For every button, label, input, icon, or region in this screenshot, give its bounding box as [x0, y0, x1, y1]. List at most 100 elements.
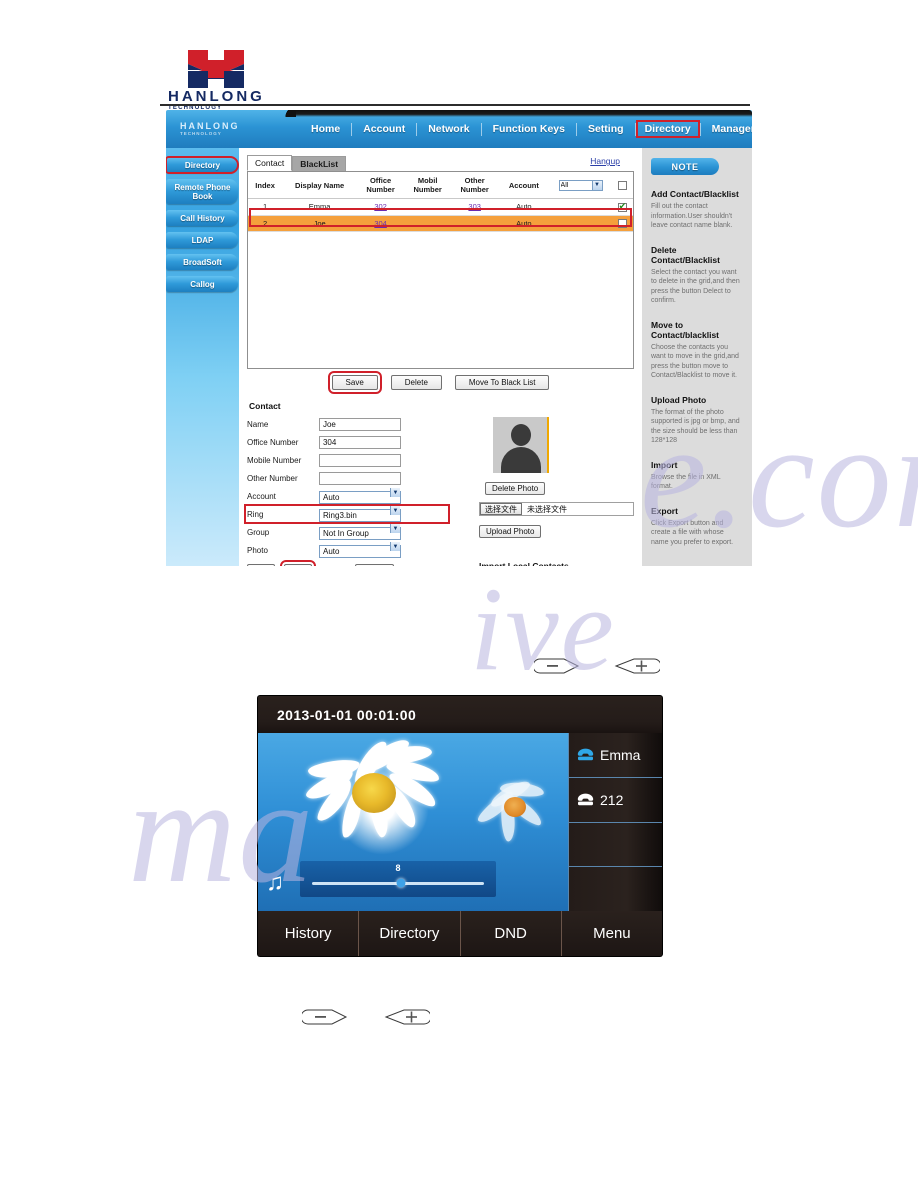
volume-down-icon	[534, 658, 580, 674]
search-button[interactable]: Search	[355, 564, 395, 566]
photo-panel: Delete Photo 选择文件 未选择文件 Upload Photo Imp…	[447, 417, 634, 566]
cell-display-name: Emma	[282, 198, 358, 216]
softkey-directory[interactable]: Directory	[359, 911, 461, 956]
line-key-2[interactable]: 212	[569, 778, 662, 823]
account-selectbox[interactable]: Auto ▼	[318, 487, 401, 505]
volume-up-button-bottom[interactable]	[382, 1006, 430, 1028]
upload-photo-button[interactable]: Upload Photo	[478, 525, 542, 538]
softkey-dnd[interactable]: DND	[461, 911, 562, 956]
contact-form-buttons: Add Edit Search	[246, 560, 447, 566]
field-row-ring: Ring Ring3.bin ▼	[243, 504, 450, 524]
sidebar-item-ldap[interactable]: LDAP	[166, 232, 239, 248]
col-account-filter: All ▼	[549, 172, 612, 199]
other-number-input[interactable]	[318, 471, 401, 485]
select-all-checkbox[interactable]	[617, 180, 627, 190]
sidebar-item-broadsoft[interactable]: BroadSoft	[166, 254, 239, 270]
col-other-number: Other Number	[451, 172, 499, 199]
note-body-import: Browse the file in XML format.	[650, 473, 721, 491]
nav-item-setting[interactable]: Setting	[577, 121, 635, 137]
nav-item-function-keys[interactable]: Function Keys	[482, 121, 576, 137]
volume-slider-track[interactable]	[312, 878, 484, 888]
nav-item-network[interactable]: Network	[417, 121, 480, 137]
account-filter-selectbox[interactable]: All ▼	[558, 179, 603, 191]
volume-value: 8	[395, 863, 401, 873]
chevron-down-icon: ▼	[389, 542, 400, 551]
line-key-4[interactable]	[569, 867, 662, 911]
phone-softkeys: History Directory DND Menu	[258, 911, 662, 956]
cell-checkbox	[611, 215, 633, 233]
cell-account: Auto	[498, 215, 550, 233]
line-key-3[interactable]	[569, 823, 662, 868]
label-name: Name	[246, 419, 269, 429]
photo-select[interactable]: Auto	[318, 545, 401, 558]
line-key-1[interactable]: Emma	[569, 733, 662, 778]
row-checkbox[interactable]	[617, 201, 627, 212]
edit-button[interactable]: Edit	[280, 560, 316, 566]
note-heading-delete: Delete Contact/Blacklist	[650, 244, 720, 265]
tab-contact[interactable]: Contact	[246, 155, 293, 171]
nav-item-management[interactable]: Management	[701, 121, 752, 137]
delete-photo-button[interactable]: Delete Photo	[484, 482, 546, 495]
other-number-link[interactable]: 303	[468, 202, 481, 211]
volume-up-button-top[interactable]	[612, 655, 660, 677]
volume-slider[interactable]: 8	[300, 861, 496, 897]
label-ring: Ring	[246, 509, 264, 519]
field-row-account: Account Auto ▼	[247, 487, 447, 505]
volume-down-button-bottom[interactable]	[302, 1006, 350, 1028]
note-body-delete: Select the contact you want to delete in…	[650, 268, 740, 305]
file-chooser[interactable]: 选择文件 未选择文件	[478, 502, 634, 516]
watermark-center: ive	[470, 562, 616, 695]
top-navbar: HANLONG TECHNOLOGY Home Account Network …	[166, 110, 752, 148]
name-input[interactable]	[318, 417, 401, 431]
tab-blacklist[interactable]: BlackList	[292, 156, 347, 171]
phone-line-keys: Emma 212	[568, 733, 662, 911]
phone-screen-mock: 2013-01-01 00:01:00 ♫ 8 Emma 212 History…	[258, 696, 662, 956]
office-number-link[interactable]: 304	[374, 219, 387, 228]
sidebar-item-callog[interactable]: Callog	[166, 276, 239, 292]
hangup-link[interactable]: Hangup	[590, 156, 620, 166]
group-selectbox[interactable]: Not In Group ▼	[318, 523, 401, 541]
sidebar-item-directory[interactable]: Directory	[166, 156, 240, 174]
nav-item-directory[interactable]: Directory	[635, 120, 700, 138]
volume-down-button-top[interactable]	[534, 655, 582, 677]
table-row[interactable]: 2 Joe 304 Auto	[247, 215, 633, 233]
nav-item-account[interactable]: Account	[352, 121, 416, 137]
softkey-history[interactable]: History	[258, 911, 360, 956]
hanlong-h-icon	[188, 50, 244, 88]
account-select[interactable]: Auto	[318, 491, 401, 504]
ring-selectbox[interactable]: Ring3.bin ▼	[318, 505, 401, 523]
col-display-name: Display Name	[282, 172, 358, 199]
move-to-black-list-button[interactable]: Move To Black List	[454, 375, 550, 390]
office-number-input[interactable]	[318, 435, 401, 449]
nav-item-home[interactable]: Home	[300, 121, 351, 137]
group-select[interactable]: Not In Group	[318, 527, 401, 540]
volume-slider-knob[interactable]	[396, 878, 406, 888]
contact-grid: Index Display Name Office Number Mobil N…	[246, 171, 634, 369]
choose-file-button[interactable]: 选择文件	[479, 503, 522, 515]
cell-mobil-number	[404, 198, 452, 216]
sidebar-item-call-history[interactable]: Call History	[166, 210, 239, 226]
ring-select[interactable]: Ring3.bin	[318, 509, 401, 522]
table-row[interactable]: 1 Emma 302 303 Auto	[247, 198, 633, 216]
delete-button[interactable]: Delete	[390, 375, 442, 390]
office-number-link[interactable]: 302	[374, 202, 387, 211]
note-panel: NOTE Add Contact/Blacklist Fill out the …	[641, 148, 752, 566]
volume-down-icon	[302, 1009, 348, 1025]
navbar-brand-text: HANLONG	[180, 121, 240, 131]
cell-spacer	[549, 215, 612, 233]
field-row-other-number: Other Number	[247, 471, 447, 485]
save-button[interactable]: Save	[327, 371, 382, 394]
col-select-all	[611, 172, 633, 199]
content-area: Contact BlackList Hangup Index Display N…	[238, 148, 642, 566]
contact-table: Index Display Name Office Number Mobil N…	[247, 172, 633, 233]
note-body-export: Click Export button and create a file wi…	[650, 519, 734, 546]
row-checkbox[interactable]	[617, 219, 627, 229]
note-heading-import: Import	[650, 459, 678, 470]
mobile-number-input[interactable]	[318, 453, 401, 467]
sidebar-item-remote-phone-book[interactable]: Remote Phone Book	[166, 179, 239, 204]
navbar-brand: HANLONG TECHNOLOGY	[180, 121, 240, 136]
add-button[interactable]: Add	[246, 564, 276, 566]
photo-selectbox[interactable]: Auto ▼	[318, 541, 401, 559]
softkey-menu[interactable]: Menu	[562, 911, 662, 956]
cell-office-number: 302	[357, 198, 405, 216]
